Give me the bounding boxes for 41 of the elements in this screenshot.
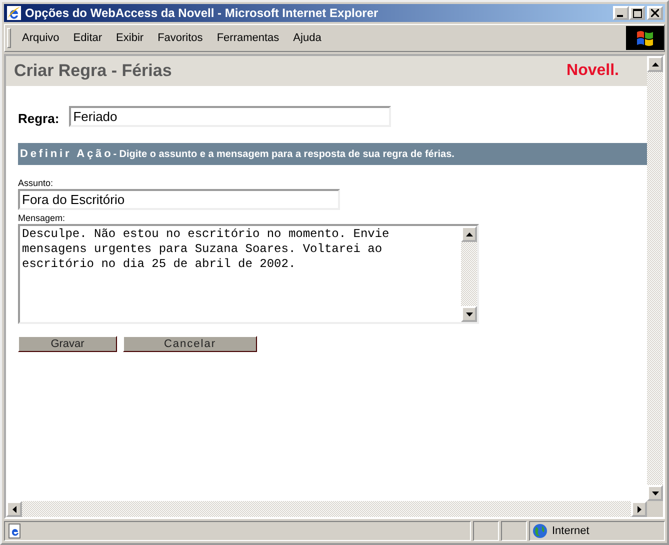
horizontal-scrollbar[interactable] xyxy=(6,501,663,517)
section-title: Definir Ação xyxy=(20,148,114,160)
scrollbar-corner xyxy=(647,501,663,517)
menu-item[interactable]: Favoritos xyxy=(150,28,210,48)
menu-item[interactable]: Ajuda xyxy=(286,28,328,48)
message-label: Mensagem: xyxy=(18,213,66,223)
window-title: Opções do WebAccess da Novell - Microsoft Internet Explorer xyxy=(25,6,380,20)
rule-field[interactable]: Feriado xyxy=(69,106,392,127)
up-arrow-icon xyxy=(652,60,658,68)
down-arrow-icon xyxy=(466,310,472,318)
menu-item[interactable]: Exibir xyxy=(109,28,151,48)
section-description: - Digite o assunto e a mensagem para a resposta de sua regra de férias. xyxy=(113,148,454,160)
menu-item[interactable]: Editar xyxy=(66,28,110,48)
subject-label: Assunto: xyxy=(18,178,54,188)
status-panel xyxy=(473,521,499,541)
close-button[interactable] xyxy=(647,6,663,20)
up-arrow-icon xyxy=(466,230,472,238)
left-arrow-icon xyxy=(10,506,18,512)
menu-item[interactable]: Arquivo xyxy=(15,28,66,48)
down-arrow-icon xyxy=(652,490,658,496)
message-field[interactable]: Desculpe. Não estou no escritório no momento. Envie mensagens urgentes para Suzana Soares. Voltarei ao escritório no dia 25 de abril de 2002. xyxy=(18,224,479,324)
menu-item[interactable]: Ferramentas xyxy=(210,28,286,48)
form-button[interactable]: Cancelar xyxy=(123,336,257,352)
rule-label: Regra: xyxy=(18,111,60,126)
novell-logo: Novell. xyxy=(566,62,619,80)
scrollbar[interactable] xyxy=(461,226,477,322)
form-button[interactable]: Gravar xyxy=(18,336,117,352)
subject-field[interactable]: Fora do Escritório xyxy=(18,189,340,210)
windows-flag-icon xyxy=(635,29,655,47)
zone-text: Internet xyxy=(552,525,590,537)
status-panel xyxy=(501,521,527,541)
vertical-scrollbar[interactable] xyxy=(647,56,663,501)
right-arrow-icon xyxy=(636,506,642,512)
close-icon xyxy=(651,9,659,17)
toolbar-grip xyxy=(7,28,11,48)
minimize-button[interactable] xyxy=(613,6,629,20)
maximize-icon xyxy=(632,8,642,18)
maximize-button[interactable] xyxy=(629,6,645,20)
page-title: Criar Regra - Férias xyxy=(14,61,172,81)
globe-icon xyxy=(532,523,548,539)
browser-logo-icon xyxy=(6,5,22,21)
